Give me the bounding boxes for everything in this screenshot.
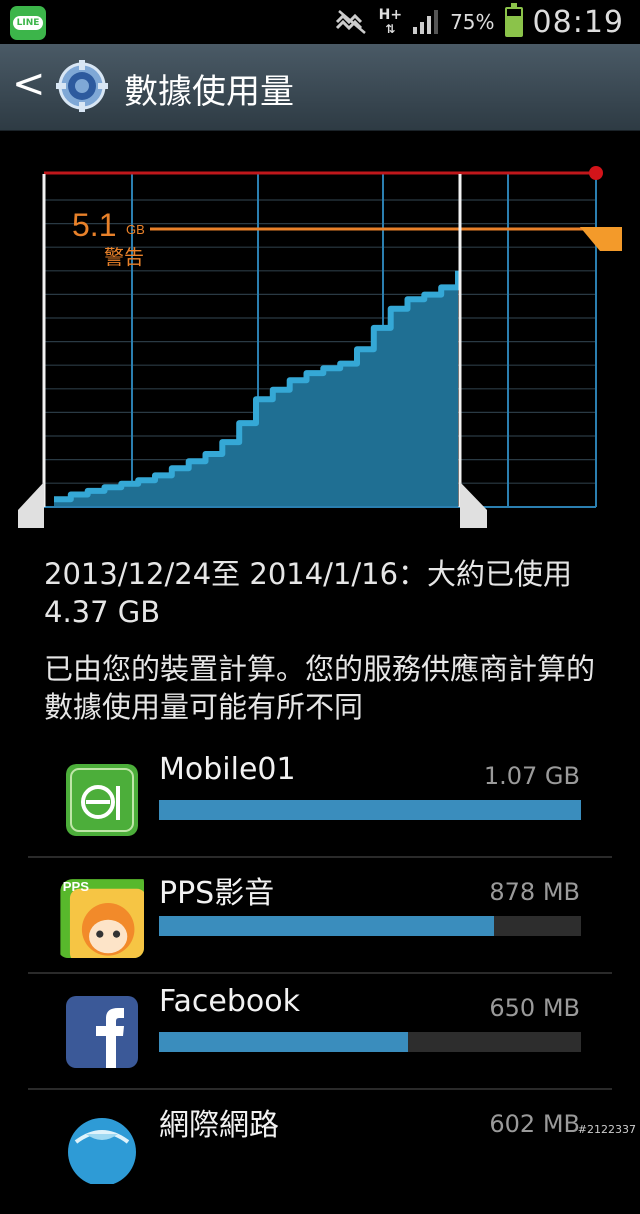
status-bar: LINE H+ ⇅ 75% 08:19 <box>0 0 640 44</box>
battery-percent: 75% <box>450 10 495 34</box>
limit-handle[interactable] <box>589 166 603 180</box>
app-size: 650 MB <box>489 994 580 1022</box>
app-name: PPS影音 <box>159 876 275 911</box>
range-start-handle[interactable] <box>18 482 44 528</box>
pps-icon: PPS <box>60 879 144 958</box>
battery-icon <box>504 3 523 37</box>
usage-bar <box>159 800 581 820</box>
usage-note: 已由您的裝置計算。您的服務供應商計算的數據使用量可能有所不同 <box>44 652 596 724</box>
list-item[interactable]: 網際網路 602 MB <box>28 1098 612 1214</box>
range-end-handle[interactable] <box>460 482 487 528</box>
app-name: 網際網路 <box>159 1108 279 1143</box>
app-size: 1.07 GB <box>483 762 580 790</box>
app-name: Facebook <box>159 984 300 1019</box>
nfc-muted-icon <box>335 10 366 34</box>
line-app-icon: LINE <box>10 6 46 40</box>
usage-bar <box>159 1032 581 1052</box>
mobile01-icon <box>66 764 138 836</box>
status-indicators: H+ ⇅ 75% 08:19 <box>333 0 624 44</box>
list-item[interactable]: Mobile01 1.07 GB <box>28 750 612 866</box>
data-usage-chart[interactable]: 5.1 GB 警告 <box>0 130 640 540</box>
internet-icon <box>68 1118 136 1184</box>
list-item[interactable]: Facebook 650 MB <box>28 982 612 1098</box>
network-type: H+ ⇅ <box>378 7 403 36</box>
settings-gear-icon[interactable] <box>54 58 110 114</box>
divider <box>28 972 612 974</box>
action-bar: < 數據使用量 <box>0 44 640 131</box>
app-size: 602 MB <box>489 1110 580 1138</box>
svg-text:PPS: PPS <box>63 879 90 894</box>
usage-bar <box>159 916 581 936</box>
watermark: #2122337 <box>577 1123 636 1136</box>
divider <box>28 1088 612 1090</box>
app-name: Mobile01 <box>159 752 296 787</box>
page-title: 數據使用量 <box>124 72 294 112</box>
back-icon[interactable]: < <box>12 64 46 104</box>
warning-unit: GB <box>126 222 145 237</box>
clock: 08:19 <box>532 4 624 40</box>
list-item[interactable]: PPS PPS影音 878 MB <box>28 866 612 982</box>
warning-label: 警告 <box>104 245 144 269</box>
warning-value: 5.1 <box>72 207 116 243</box>
usage-summary: 2013/12/24至 2014/1/16：大約已使用 4.37 GB <box>44 557 573 629</box>
divider <box>28 856 612 858</box>
facebook-icon <box>66 996 138 1068</box>
app-size: 878 MB <box>489 878 580 906</box>
signal-icon <box>413 10 439 34</box>
